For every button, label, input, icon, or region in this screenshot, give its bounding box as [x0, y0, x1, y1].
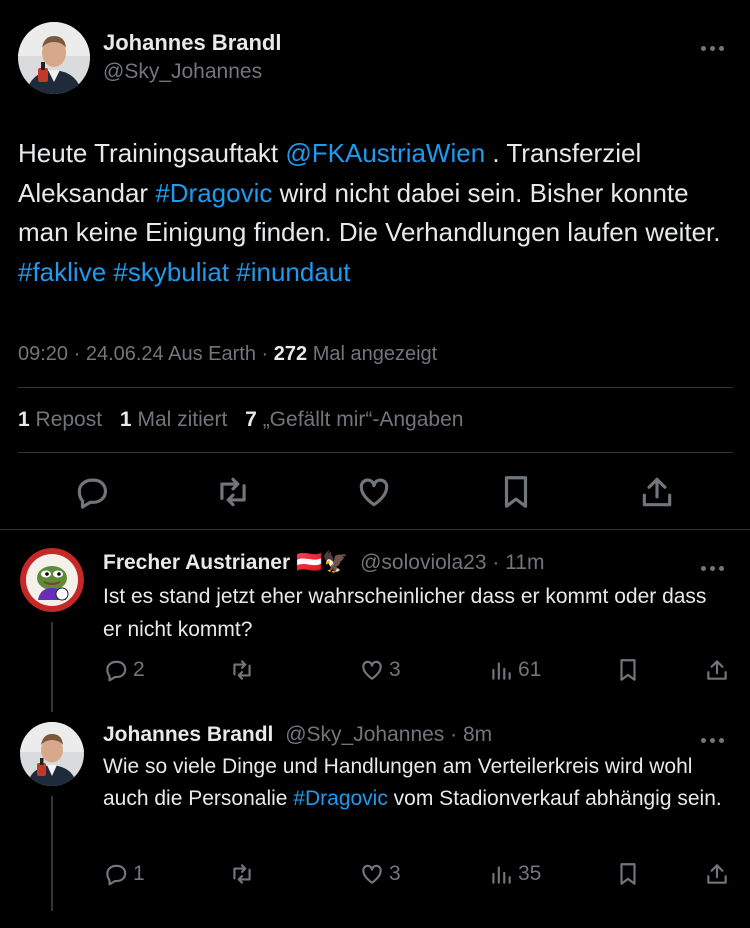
- reply-share-button[interactable]: [704, 861, 730, 887]
- reply-icon: [106, 864, 127, 886]
- meta-separator: ·: [261, 343, 269, 365]
- like-count: 3: [389, 658, 401, 681]
- quote-stat[interactable]: 1 Mal zitiert: [120, 408, 227, 431]
- author-name[interactable]: Johannes Brandl: [103, 30, 281, 56]
- divider: [0, 529, 750, 530]
- reply-text: Ist es stand jetzt eher wahrscheinlicher…: [103, 585, 707, 641]
- reply-icon: [77, 478, 108, 509]
- heart-icon: [359, 478, 389, 507]
- reply-repost-button[interactable]: [229, 657, 259, 683]
- like-stat[interactable]: 7 „Gefällt mir“-Angaben: [245, 408, 463, 431]
- reply-bookmark-button[interactable]: [615, 861, 641, 887]
- text-segment: Heute Trainingsauftakt: [18, 138, 286, 168]
- hashtag-link[interactable]: #inundaut: [236, 257, 350, 287]
- tweet-timestamp[interactable]: 09:20 · 24.06.24: [18, 343, 164, 365]
- reply-author-name[interactable]: Frecher Austrianer 🇦🇹🦅: [103, 551, 348, 574]
- view-count: 61: [518, 658, 542, 681]
- reply-time[interactable]: · 11m: [492, 551, 544, 574]
- hashtag-link[interactable]: #Dragovic: [293, 787, 388, 810]
- more-options-icon[interactable]: [701, 38, 731, 51]
- reply-like-button[interactable]: 3: [359, 657, 401, 683]
- text-segment: vom Stadionverkauf abhängig sein.: [387, 786, 722, 810]
- thread-line: [51, 796, 53, 911]
- reply-avatar[interactable]: [20, 722, 84, 786]
- share-icon: [707, 660, 727, 680]
- repost-stat[interactable]: 1 Repost: [18, 408, 102, 431]
- reply-views-button[interactable]: 35: [488, 861, 541, 887]
- view-count: 35: [518, 862, 542, 885]
- repost-stat-label: Repost: [35, 408, 103, 431]
- tweet-meta: 09:20 · 24.06.24 Aus Earth · 272 Mal ang…: [18, 343, 437, 366]
- reply-reply-button[interactable]: 2: [103, 657, 145, 683]
- views-icon: [492, 866, 511, 884]
- reply-icon: [106, 660, 127, 682]
- reply-header: Johannes Brandl @Sky_Johannes · 8m: [103, 723, 492, 747]
- reply-like-button[interactable]: 3: [359, 861, 401, 887]
- like-count: 3: [389, 862, 401, 885]
- like-stat-count: 7: [245, 408, 257, 431]
- heart-icon: [362, 864, 382, 884]
- divider: [18, 387, 733, 388]
- tweet-text: Heute Trainingsauftakt @FKAustriaWien . …: [18, 134, 733, 292]
- share-icon: [642, 477, 672, 507]
- bookmark-button[interactable]: [497, 473, 535, 516]
- views-label: Mal angezeigt: [312, 343, 438, 365]
- more-options-icon[interactable]: [701, 558, 731, 571]
- bookmark-icon: [504, 476, 528, 508]
- reply-reply-button[interactable]: 1: [103, 861, 145, 887]
- hashtag-link[interactable]: #skybuliat: [113, 257, 229, 287]
- more-options-icon[interactable]: [701, 730, 731, 743]
- reply-bookmark-button[interactable]: [615, 657, 641, 683]
- divider: [18, 452, 733, 453]
- reply-author-name[interactable]: Johannes Brandl: [103, 723, 273, 746]
- quote-stat-count: 1: [119, 408, 132, 431]
- bookmark-icon: [620, 659, 636, 681]
- repost-icon: [233, 864, 251, 884]
- like-stat-label: „Gefällt mir“-Angaben: [262, 408, 464, 431]
- tweet-source: Aus Earth: [168, 343, 256, 365]
- author-avatar[interactable]: [18, 22, 90, 94]
- reply-button[interactable]: [73, 473, 111, 516]
- quote-stat-label: Mal zitiert: [137, 408, 228, 431]
- share-icon: [707, 864, 727, 884]
- repost-icon: [233, 660, 251, 680]
- repost-stat-count: 1: [18, 408, 30, 431]
- hashtag-link[interactable]: #Dragovic: [155, 178, 272, 208]
- reply-author-handle[interactable]: @Sky_Johannes: [285, 723, 444, 746]
- reply-repost-button[interactable]: [229, 861, 259, 887]
- share-button[interactable]: [638, 473, 676, 516]
- reply-header: Frecher Austrianer 🇦🇹🦅 @soloviola23 · 11…: [103, 551, 544, 575]
- like-button[interactable]: [355, 473, 393, 516]
- heart-icon: [362, 660, 382, 680]
- reply-views-button[interactable]: 61: [488, 657, 541, 683]
- engagement-stats: 1 Repost 1 Mal zitiert 7 „Gefällt mir“-A…: [18, 408, 463, 432]
- reply-text: Wie so viele Dinge und Handlungen am Ver…: [103, 751, 723, 814]
- repost-icon: [220, 477, 246, 507]
- reply-author-handle[interactable]: @soloviola23: [360, 551, 486, 574]
- reply-share-button[interactable]: [704, 657, 730, 683]
- bookmark-icon: [620, 863, 636, 885]
- thread-line: [51, 622, 53, 712]
- reply-count: 1: [133, 862, 145, 885]
- author-handle[interactable]: @Sky_Johannes: [103, 60, 262, 84]
- reply-time[interactable]: · 8m: [450, 723, 492, 746]
- views-count: 272: [273, 343, 308, 365]
- hashtag-link[interactable]: #faklive: [18, 257, 106, 287]
- reply-count: 2: [133, 658, 145, 681]
- views-icon: [492, 662, 511, 680]
- repost-button[interactable]: [214, 473, 252, 516]
- reply-avatar[interactable]: [20, 548, 84, 612]
- mention-link[interactable]: @FKAustriaWien: [285, 138, 485, 168]
